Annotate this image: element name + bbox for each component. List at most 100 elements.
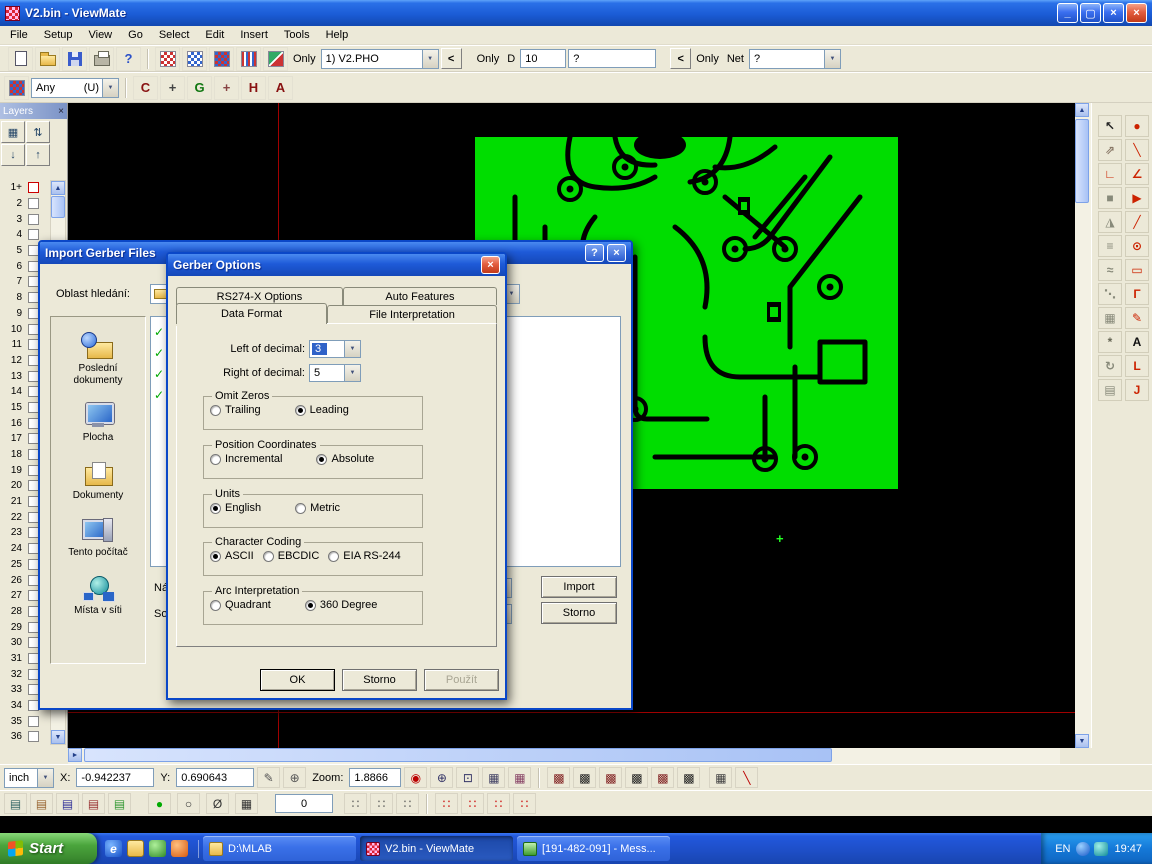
- taskbar-window-button[interactable]: [191-482-091] - Mess...: [517, 836, 670, 861]
- zoom-point-icon[interactable]: ◉: [404, 767, 427, 788]
- left-of-decimal-combo[interactable]: 3: [309, 340, 361, 358]
- layer-visibility-checkbox[interactable]: [28, 731, 39, 742]
- chevron-down-icon[interactable]: [344, 341, 360, 357]
- right-of-decimal-combo[interactable]: 5: [309, 364, 361, 382]
- context-help-icon[interactable]: ?: [116, 47, 141, 71]
- import-button[interactable]: Import: [541, 576, 617, 598]
- layer-row[interactable]: 3: [0, 211, 49, 227]
- layer-visibility-checkbox[interactable]: [28, 716, 39, 727]
- aperture-table-icon[interactable]: ▦: [508, 767, 531, 788]
- vertical-scrollbar[interactable]: ▲ ▼: [1075, 103, 1091, 748]
- title-bar[interactable]: V2.bin - ViewMate _▢× ×: [0, 0, 1152, 26]
- scroll-down-icon[interactable]: ▼: [1075, 734, 1089, 748]
- apertures-view-icon[interactable]: ▤: [56, 793, 79, 814]
- red-pattern-icon-3[interactable]: ∷: [487, 793, 510, 814]
- grid-big-icon[interactable]: ▦: [235, 793, 258, 814]
- minimize-button[interactable]: _: [1057, 3, 1078, 23]
- diag-line-icon[interactable]: ╲: [735, 767, 758, 788]
- diagonal-icon[interactable]: ╱: [1125, 211, 1149, 233]
- dialog-title-bar[interactable]: Gerber Options ×: [168, 254, 505, 276]
- dcode-input[interactable]: 10: [520, 49, 566, 68]
- layer-visibility-checkbox[interactable]: [28, 182, 39, 193]
- filled-rect-icon[interactable]: ■: [1098, 187, 1122, 209]
- taskbar-window-button[interactable]: D:\MLAB: [203, 836, 356, 861]
- scroll-right-icon[interactable]: ►: [68, 748, 82, 762]
- film-icon-3[interactable]: ▩: [599, 767, 622, 788]
- h-tool-icon[interactable]: H: [241, 76, 266, 100]
- units-combo[interactable]: inch: [4, 768, 54, 788]
- report-icon[interactable]: [263, 47, 288, 71]
- a-tool-icon[interactable]: A: [268, 76, 293, 100]
- aperture-grid-icon[interactable]: [155, 47, 180, 71]
- menu-item[interactable]: File: [2, 27, 36, 43]
- film-icon-4[interactable]: ▩: [625, 767, 648, 788]
- target-tool-icon[interactable]: +: [214, 76, 239, 100]
- layer-visibility-checkbox[interactable]: [28, 214, 39, 225]
- dcode-filter-input[interactable]: ?: [568, 49, 656, 68]
- cancel-button[interactable]: Storno: [541, 602, 617, 624]
- pan-tool-icon[interactable]: +: [160, 76, 185, 100]
- radio-option[interactable]: Trailing: [210, 404, 261, 416]
- draw-mode-icon[interactable]: ✎: [257, 767, 280, 788]
- film-icon-5[interactable]: ▩: [651, 767, 674, 788]
- scroll-up-icon[interactable]: ▲: [1075, 103, 1089, 117]
- dcode-table-icon[interactable]: ▦: [482, 767, 505, 788]
- menu-item[interactable]: Setup: [36, 27, 81, 43]
- new-file-icon[interactable]: [8, 47, 33, 71]
- film-icon-1[interactable]: ▩: [547, 767, 570, 788]
- arrow-tool-icon[interactable]: ▶: [1125, 187, 1149, 209]
- layer-row[interactable]: 35: [0, 713, 49, 729]
- save-icon[interactable]: [62, 47, 87, 71]
- status-light-icon[interactable]: ●: [148, 793, 171, 814]
- drill-view-icon[interactable]: ▤: [30, 793, 53, 814]
- close-icon[interactable]: ×: [481, 256, 500, 274]
- file-select-combo[interactable]: 1) V2.PHO: [321, 49, 439, 69]
- text-tool-icon[interactable]: A: [1125, 331, 1149, 353]
- pad-icon[interactable]: ●: [1125, 115, 1149, 137]
- internet-explorer-icon[interactable]: e: [105, 840, 122, 857]
- grid-tool-icon[interactable]: ▦: [1098, 307, 1122, 329]
- selection-mode-combo[interactable]: Any (U): [31, 78, 119, 98]
- place-item[interactable]: Poslední dokumenty: [54, 332, 142, 386]
- start-button[interactable]: Start: [0, 833, 97, 864]
- c-tool-icon[interactable]: C: [133, 76, 158, 100]
- y-coordinate-field[interactable]: 0.690643: [176, 768, 254, 787]
- tab[interactable]: Auto Features: [343, 287, 497, 305]
- chevron-down-icon[interactable]: [102, 79, 118, 97]
- prev-dcode-button[interactable]: <: [441, 48, 462, 69]
- report-view-icon[interactable]: ▤: [108, 793, 131, 814]
- menu-item[interactable]: Tools: [276, 27, 318, 43]
- messenger-icon[interactable]: [149, 840, 166, 857]
- language-indicator[interactable]: EN: [1055, 843, 1070, 855]
- chevron-down-icon[interactable]: [37, 769, 53, 787]
- layer-row[interactable]: 1+: [0, 180, 49, 196]
- layer-row[interactable]: 36: [0, 729, 49, 745]
- dots-icon[interactable]: ⋱: [1098, 283, 1122, 305]
- layer-swap-button[interactable]: ⇅: [26, 121, 50, 143]
- place-item[interactable]: Dokumenty: [54, 459, 142, 502]
- phi-tool-icon[interactable]: Ø: [206, 793, 229, 814]
- close-icon[interactable]: ×: [58, 106, 64, 117]
- close-button[interactable]: ×: [1103, 3, 1124, 23]
- layer-up-button[interactable]: ↑: [26, 144, 50, 166]
- chevron-down-icon[interactable]: [824, 50, 840, 68]
- red-pattern-icon-2[interactable]: ∷: [461, 793, 484, 814]
- radio-option[interactable]: English: [210, 502, 261, 514]
- chevron-down-icon[interactable]: [422, 50, 438, 68]
- print-icon[interactable]: [89, 47, 114, 71]
- layer-visibility-checkbox[interactable]: [28, 229, 39, 240]
- film-icon-2[interactable]: ▩: [573, 767, 596, 788]
- red-pattern-icon-4[interactable]: ∷: [513, 793, 536, 814]
- scrollbar-thumb[interactable]: [51, 196, 65, 218]
- tab[interactable]: File Interpretation: [327, 305, 497, 323]
- dot-grid-icon-3[interactable]: ∷: [396, 793, 419, 814]
- menu-item[interactable]: Help: [318, 27, 357, 43]
- menu-item[interactable]: Insert: [232, 27, 276, 43]
- scroll-down-icon[interactable]: ▼: [51, 730, 65, 744]
- layer-down-button[interactable]: ↓: [1, 144, 25, 166]
- g-tool-icon[interactable]: G: [187, 76, 212, 100]
- netlist-view-icon[interactable]: ▤: [82, 793, 105, 814]
- gear-icon[interactable]: *: [1098, 331, 1122, 353]
- panel-icon[interactable]: ▤: [1098, 379, 1122, 401]
- l-tool-icon[interactable]: L: [1125, 355, 1149, 377]
